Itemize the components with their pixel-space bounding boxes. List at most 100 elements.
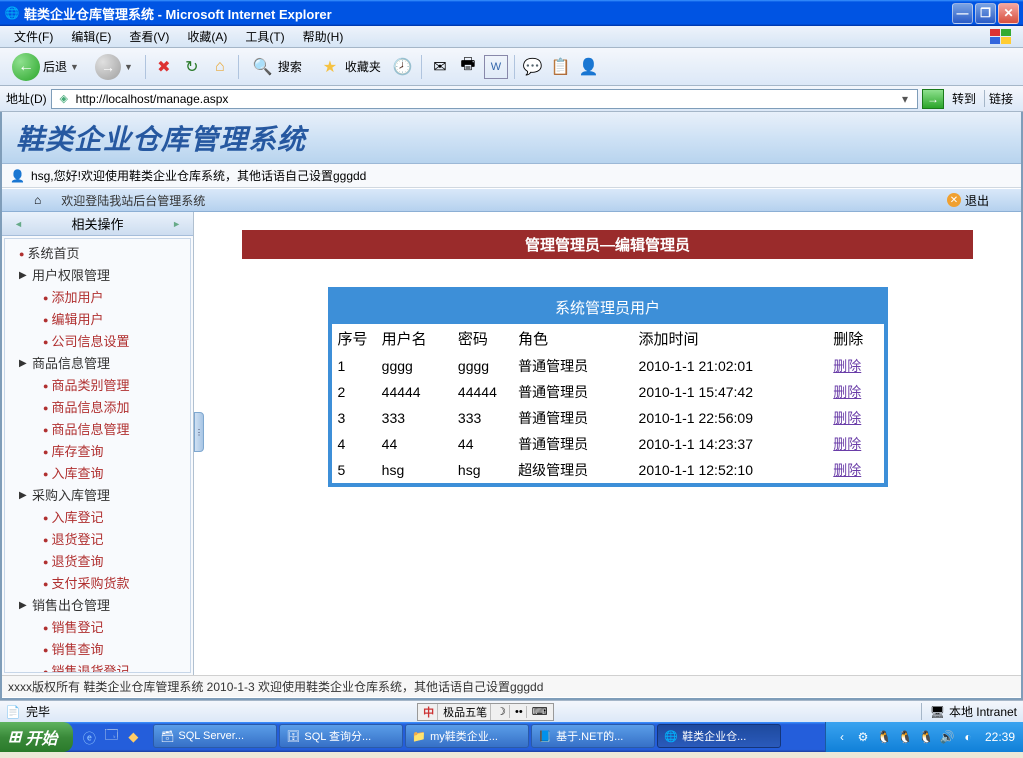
back-icon: ← <box>12 53 40 81</box>
favorites-button[interactable]: ★ 收藏夹 <box>312 53 387 81</box>
bullet-icon: ● <box>43 399 48 417</box>
forward-button[interactable]: → ▼ <box>89 52 139 82</box>
menu-tools[interactable]: 工具(T) <box>237 26 292 47</box>
tree-label: 库存查询 <box>51 443 103 461</box>
tree-node[interactable]: ●支付采购货款 <box>5 573 190 595</box>
url-input[interactable]: ◈ http://localhost/manage.aspx ▾ <box>51 89 918 109</box>
table-cell: 1 <box>332 353 376 379</box>
tray-icon[interactable]: 🐧 <box>897 729 913 745</box>
bullet-icon: ● <box>43 619 48 637</box>
table-cell: 4 <box>332 431 376 457</box>
table-row: 24444444444普通管理员2010-1-1 15:47:42删除 <box>332 379 884 405</box>
delete-link[interactable]: 删除 <box>833 462 861 478</box>
tray-icon[interactable]: ⚙ <box>855 729 871 745</box>
tree-label: 系统首页 <box>27 245 79 263</box>
logout-button[interactable]: ✕ 退出 <box>947 192 989 209</box>
tray-icon[interactable]: 🐧 <box>918 729 934 745</box>
maximize-button[interactable]: ❐ <box>975 3 996 24</box>
delete-link[interactable]: 删除 <box>833 358 861 374</box>
tree-node[interactable]: ▶采购入库管理 <box>5 485 190 507</box>
menu-favorites[interactable]: 收藏(A) <box>179 26 235 47</box>
tree-node[interactable]: ●入库查询 <box>5 463 190 485</box>
tree-node[interactable]: ●添加用户 <box>5 287 190 309</box>
table-cell: 2010-1-1 21:02:01 <box>633 353 828 379</box>
back-button[interactable]: ← 后退 ▼ <box>6 51 85 83</box>
tree-node[interactable]: ▶用户权限管理 <box>5 265 190 287</box>
table-row: 3333333普通管理员2010-1-1 22:56:09删除 <box>332 405 884 431</box>
tree-node[interactable]: ●商品信息添加 <box>5 397 190 419</box>
clock[interactable]: 22:39 <box>985 730 1015 744</box>
stop-button[interactable]: ✖ <box>152 55 176 79</box>
research-button[interactable]: 📋 <box>549 55 573 79</box>
messenger-button[interactable]: 👤 <box>577 55 601 79</box>
table-cell: 普通管理员 <box>512 405 632 431</box>
tree-node[interactable]: ●销售退货登记 <box>5 661 190 673</box>
dropdown-icon[interactable]: ▾ <box>897 92 913 106</box>
tree-node[interactable]: ▶商品信息管理 <box>5 353 190 375</box>
edit-button[interactable]: W <box>484 55 508 79</box>
tree-label: 退货查询 <box>51 553 103 571</box>
search-button[interactable]: 🔍 搜索 <box>245 53 308 81</box>
task-icon: 📁 <box>412 730 426 743</box>
tree-node[interactable]: ●商品类别管理 <box>5 375 190 397</box>
ql-ie-icon[interactable]: ⓔ <box>79 727 99 747</box>
delete-link[interactable]: 删除 <box>833 410 861 426</box>
taskbar-task[interactable]: 📁my鞋类企业... <box>405 724 529 748</box>
tray-arrow-icon[interactable]: ‹ <box>834 729 850 745</box>
start-button[interactable]: ⊞ 开始 <box>0 722 73 752</box>
delete-link[interactable]: 删除 <box>833 384 861 400</box>
taskbar-task[interactable]: 🗃SQL Server... <box>153 724 277 748</box>
tree-node[interactable]: ●商品信息管理 <box>5 419 190 441</box>
minimize-button[interactable]: — <box>952 3 973 24</box>
menu-view[interactable]: 查看(V) <box>121 26 177 47</box>
task-label: SQL Server... <box>178 730 244 742</box>
tree-node[interactable]: ●系统首页 <box>5 243 190 265</box>
star-icon: ★ <box>318 55 342 79</box>
tree-node[interactable]: ●入库登记 <box>5 507 190 529</box>
tree-node[interactable]: ●退货登记 <box>5 529 190 551</box>
tree-node[interactable]: ●退货查询 <box>5 551 190 573</box>
ql-app-icon[interactable]: ◆ <box>123 727 143 747</box>
address-bar: 地址(D) ◈ http://localhost/manage.aspx ▾ →… <box>0 86 1023 112</box>
tree-node[interactable]: ●库存查询 <box>5 441 190 463</box>
ql-desktop-icon[interactable]: 🗔 <box>101 727 121 747</box>
discuss-button[interactable]: 💬 <box>521 55 545 79</box>
refresh-button[interactable]: ↻ <box>180 55 204 79</box>
app-title: 鞋类企业仓库管理系统 <box>16 118 306 158</box>
tray-icon[interactable]: 🐧 <box>876 729 892 745</box>
splitter-handle[interactable]: ⋮ <box>194 412 204 452</box>
tree-node[interactable]: ●销售登记 <box>5 617 190 639</box>
tray-icon[interactable]: ◐ <box>960 729 976 745</box>
tree-node[interactable]: ▶销售出仓管理 <box>5 595 190 617</box>
home-button[interactable]: ⌂ <box>208 55 232 79</box>
delete-link[interactable]: 删除 <box>833 436 861 452</box>
page-icon: ◈ <box>56 91 72 107</box>
ime-toolbar[interactable]: 中 极品五笔 ☽ •• ⌨ <box>417 703 553 721</box>
history-button[interactable]: 🕗 <box>391 55 415 79</box>
tree-label: 公司信息设置 <box>51 333 129 351</box>
menu-edit[interactable]: 编辑(E) <box>63 26 119 47</box>
taskbar-task[interactable]: 🌐鞋类企业仓... <box>657 724 781 748</box>
tree-node[interactable]: ●销售查询 <box>5 639 190 661</box>
close-button[interactable]: ✕ <box>998 3 1019 24</box>
taskbar-task[interactable]: 🗄SQL 查询分... <box>279 724 403 748</box>
sidebar: 相关操作 ●系统首页▶用户权限管理●添加用户●编辑用户●公司信息设置▶商品信息管… <box>2 212 194 675</box>
bullet-icon: ● <box>43 443 48 461</box>
menu-file[interactable]: 文件(F) <box>6 26 61 47</box>
taskbar-task[interactable]: 📘基于.NET的... <box>531 724 655 748</box>
expand-icon: ▶ <box>19 597 29 615</box>
tree-node[interactable]: ●编辑用户 <box>5 309 190 331</box>
tree-label: 入库查询 <box>51 465 103 483</box>
print-button[interactable]: 🖶 <box>456 55 480 79</box>
mail-button[interactable]: ✉ <box>428 55 452 79</box>
go-button[interactable]: → <box>922 89 944 109</box>
ime-name: 极品五笔 <box>440 704 491 720</box>
favorites-label: 收藏夹 <box>345 58 381 75</box>
links-label[interactable]: 链接 <box>984 90 1017 107</box>
bullet-icon: ● <box>43 509 48 527</box>
tree-node[interactable]: ●公司信息设置 <box>5 331 190 353</box>
back-label: 后退 <box>43 58 67 75</box>
tray-volume-icon[interactable]: 🔊 <box>939 729 955 745</box>
menu-help[interactable]: 帮助(H) <box>295 26 352 47</box>
home-link[interactable]: ⌂ <box>34 193 41 207</box>
